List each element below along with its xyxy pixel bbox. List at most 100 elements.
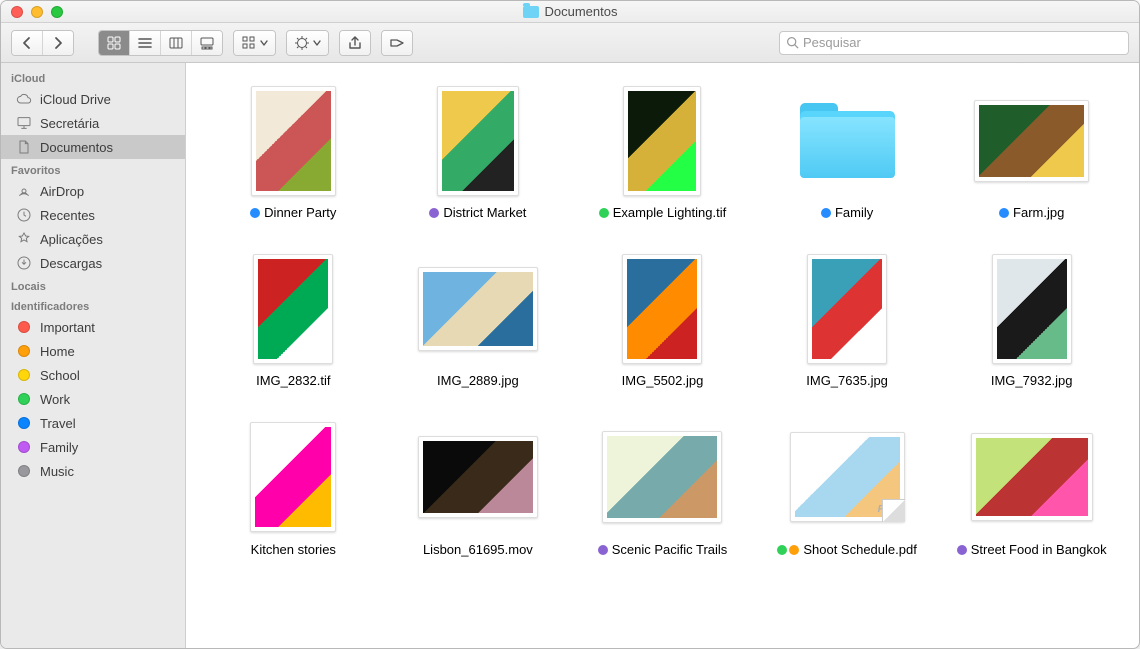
apps-icon (15, 230, 33, 248)
file-label-row: IMG_2832.tif (256, 373, 330, 389)
file-label-row: IMG_7635.jpg (806, 373, 888, 389)
file-item[interactable]: Scenic Pacific Trails (580, 420, 745, 558)
icon-view-button[interactable] (99, 31, 130, 55)
forward-button[interactable] (43, 31, 73, 55)
file-item[interactable]: IMG_2889.jpg (396, 251, 561, 389)
search-input[interactable] (803, 35, 1122, 50)
body: iCloudiCloud Drive Secretária Documentos Fa… (1, 63, 1139, 648)
sidebar-item-secretária[interactable]: Secretária (1, 111, 185, 135)
file-label-row: IMG_2889.jpg (437, 373, 519, 389)
file-item[interactable]: Lisbon_61695.mov (396, 420, 561, 558)
file-name: Farm.jpg (1013, 205, 1064, 221)
file-item[interactable]: Farm.jpg (949, 83, 1114, 221)
file-thumbnail (418, 436, 538, 518)
file-tags (250, 205, 260, 218)
list-view-button[interactable] (130, 31, 161, 55)
file-label-row: IMG_7932.jpg (991, 373, 1073, 389)
file-item[interactable]: PDF Shoot Schedule.pdf (765, 420, 930, 558)
arrange-button-group (233, 30, 276, 56)
file-label-row: Example Lighting.tif (599, 205, 726, 221)
titlebar: Documentos (1, 1, 1139, 23)
thumb-wrap (800, 83, 895, 198)
sidebar-item-travel[interactable]: Travel (1, 411, 185, 435)
file-tags (599, 205, 609, 218)
sidebar-item-home[interactable]: Home (1, 339, 185, 363)
thumb-wrap (992, 251, 1072, 366)
gallery-view-button[interactable] (192, 31, 222, 55)
sidebar-item-label: Descargas (40, 256, 102, 271)
sidebar-item-school[interactable]: School (1, 363, 185, 387)
file-name: Shoot Schedule.pdf (803, 542, 916, 558)
sidebar-section-title: iCloud (1, 67, 185, 87)
file-label-row: Street Food in Bangkok (957, 542, 1107, 558)
file-item[interactable]: Kitchen stories (211, 420, 376, 558)
desktop-icon (15, 114, 33, 132)
search-field[interactable] (779, 31, 1129, 55)
file-item[interactable]: Dinner Party (211, 83, 376, 221)
sidebar-item-icloud-drive[interactable]: iCloud Drive (1, 87, 185, 111)
sidebar-item-work[interactable]: Work (1, 387, 185, 411)
action-button[interactable] (287, 31, 328, 55)
airdrop-icon (15, 182, 33, 200)
file-label-row: Scenic Pacific Trails (598, 542, 728, 558)
share-button[interactable] (340, 31, 370, 55)
thumb-wrap (622, 251, 702, 366)
sidebar-item-label: School (40, 368, 80, 383)
file-item[interactable]: Family (765, 83, 930, 221)
file-thumbnail (437, 86, 519, 196)
column-view-button[interactable] (161, 31, 192, 55)
file-thumbnail (992, 254, 1072, 364)
tag-dot-icon (15, 438, 33, 456)
sidebar-item-label: AirDrop (40, 184, 84, 199)
action-button-group (286, 30, 329, 56)
sidebar-item-recentes[interactable]: Recentes (1, 203, 185, 227)
tag-dot-icon (15, 390, 33, 408)
sidebar-item-descargas[interactable]: Descargas (1, 251, 185, 275)
thumb-wrap (251, 83, 336, 198)
minimize-button[interactable] (31, 6, 43, 18)
file-name: Example Lighting.tif (613, 205, 726, 221)
sidebar-item-music[interactable]: Music (1, 459, 185, 483)
maximize-button[interactable] (51, 6, 63, 18)
file-item[interactable]: IMG_7932.jpg (949, 251, 1114, 389)
file-thumbnail (253, 254, 333, 364)
sidebar-section-title: Locais (1, 275, 185, 295)
file-item[interactable]: Example Lighting.tif (580, 83, 745, 221)
close-button[interactable] (11, 6, 23, 18)
finder-window: Documentos (0, 0, 1140, 649)
file-name: Scenic Pacific Trails (612, 542, 728, 558)
thumb-wrap (971, 420, 1093, 535)
file-label-row: Family (821, 205, 873, 221)
file-tags (821, 205, 831, 218)
file-item[interactable]: Street Food in Bangkok (949, 420, 1114, 558)
arrange-button[interactable] (234, 31, 275, 55)
thumb-wrap (253, 251, 333, 366)
sidebar-item-documentos[interactable]: Documentos (1, 135, 185, 159)
tags-button-group (381, 30, 413, 56)
file-tags (429, 205, 439, 218)
file-item[interactable]: IMG_7635.jpg (765, 251, 930, 389)
sidebar-item-airdrop[interactable]: AirDrop (1, 179, 185, 203)
file-name: IMG_7932.jpg (991, 373, 1073, 389)
traffic-lights (1, 6, 63, 18)
file-name: Dinner Party (264, 205, 336, 221)
sidebar-item-aplicações[interactable]: Aplicações (1, 227, 185, 251)
tags-button[interactable] (382, 31, 412, 55)
sidebar-item-label: Travel (40, 416, 76, 431)
sidebar-item-label: Family (40, 440, 78, 455)
file-name: Street Food in Bangkok (971, 542, 1107, 558)
sidebar-item-label: Recentes (40, 208, 95, 223)
sidebar-item-family[interactable]: Family (1, 435, 185, 459)
file-item[interactable]: District Market (396, 83, 561, 221)
file-item[interactable]: IMG_5502.jpg (580, 251, 745, 389)
content-area[interactable]: Dinner Party District Market Example Lig… (186, 63, 1139, 648)
sidebar-item-label: Secretária (40, 116, 99, 131)
nav-buttons (11, 30, 74, 56)
file-item[interactable]: IMG_2832.tif (211, 251, 376, 389)
sidebar-item-label: Home (40, 344, 75, 359)
sidebar-item-label: Important (40, 320, 95, 335)
file-name: IMG_2832.tif (256, 373, 330, 389)
thumb-wrap (623, 83, 701, 198)
sidebar-item-important[interactable]: Important (1, 315, 185, 339)
back-button[interactable] (12, 31, 43, 55)
